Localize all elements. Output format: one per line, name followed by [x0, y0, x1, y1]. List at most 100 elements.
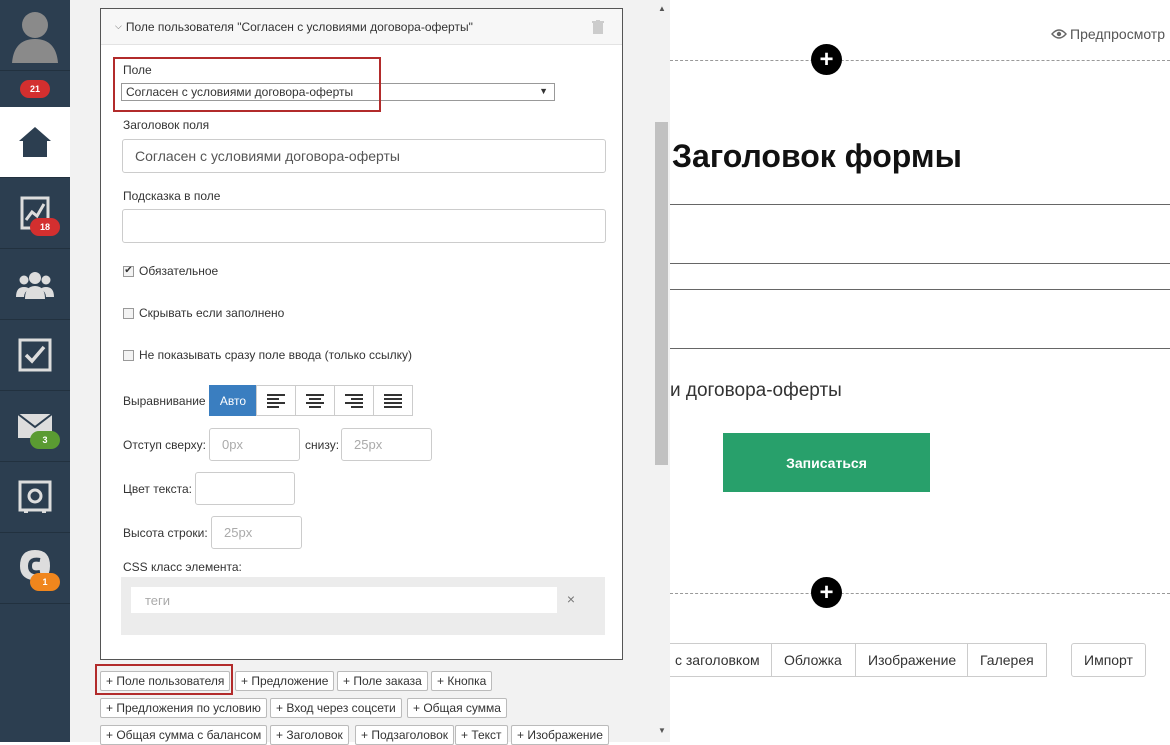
users-nav[interactable]	[0, 249, 70, 320]
line-height-input[interactable]: 25px	[211, 516, 302, 549]
align-justify-icon	[384, 393, 402, 408]
padding-bottom-placeholder: 25px	[354, 437, 383, 452]
add-total-with-balance-button[interactable]: + Общая сумма с балансом	[100, 725, 268, 745]
block-gallery-button[interactable]: Галерея	[967, 643, 1047, 677]
import-button[interactable]: Импорт	[1071, 643, 1146, 677]
scrollbar-thumb[interactable]	[655, 122, 668, 465]
align-auto-button[interactable]: Авто	[209, 385, 257, 416]
text-color-label: Цвет текста:	[123, 482, 193, 496]
add-social-login-button[interactable]: + Вход через соцсети	[270, 698, 402, 718]
panel-title: Поле пользователя "Согласен с условиями …	[125, 19, 473, 34]
no-input-checkbox[interactable]	[123, 349, 134, 361]
add-block-top-icon[interactable]: +	[811, 44, 842, 75]
align-left-icon	[267, 393, 285, 408]
padding-bottom-input[interactable]: 25px	[341, 428, 432, 461]
css-class-label: CSS класс элемента:	[123, 560, 242, 574]
add-order-field-button[interactable]: + Поле заказа	[337, 671, 428, 691]
users-group-icon	[16, 272, 54, 299]
title-field-input[interactable]: Согласен с условиями договора-оферты	[122, 139, 606, 173]
editor-panel-wrapper: ⌵ Поле пользователя "Согласен с условиям…	[92, 0, 670, 745]
padding-top-placeholder: 0px	[222, 437, 243, 452]
line-height-placeholder: 25px	[224, 525, 253, 540]
add-offer-button[interactable]: + Предложение	[235, 671, 335, 691]
padding-top-input[interactable]: 0px	[209, 428, 300, 461]
hint-field-input[interactable]	[122, 209, 606, 243]
hide-filled-checkbox-row[interactable]: Скрывать если заполнено	[123, 306, 284, 320]
dashed-divider-top	[670, 60, 1170, 61]
preview-link[interactable]: Предпросмотр	[1051, 26, 1165, 42]
align-button-group: Авто	[209, 385, 413, 416]
chevron-down-icon[interactable]: ⌵	[115, 21, 122, 32]
profile-badge: 21	[20, 80, 50, 98]
preview-link-label: Предпросмотр	[1070, 26, 1165, 42]
eye-icon	[1051, 29, 1067, 39]
trash-icon[interactable]	[592, 20, 604, 34]
field-line-4	[670, 348, 1170, 349]
hint-field-label: Подсказка в поле	[123, 189, 221, 203]
safe-nav[interactable]	[0, 462, 70, 533]
user-avatar-icon	[12, 12, 58, 63]
consent-text[interactable]: и договора-оферты	[670, 380, 842, 402]
align-left-button[interactable]	[256, 385, 296, 416]
highlight-frame-add	[95, 664, 233, 695]
align-right-icon	[345, 393, 363, 408]
text-color-input[interactable]	[195, 472, 295, 505]
tasks-nav[interactable]	[0, 320, 70, 391]
stats-nav[interactable]	[0, 178, 70, 249]
no-input-checkbox-row[interactable]: Не показывать сразу поле ввода (только с…	[123, 348, 412, 362]
stats-badge: 18	[30, 218, 60, 236]
support-badge: 1	[30, 573, 60, 591]
form-preview: Предпросмотр + Заголовок формы и договор…	[670, 0, 1170, 742]
home-nav[interactable]	[0, 107, 70, 178]
padding-top-label: Отступ сверху:	[123, 438, 206, 452]
checkbox-icon	[18, 338, 52, 372]
align-justify-button[interactable]	[373, 385, 413, 416]
panel-header[interactable]: ⌵ Поле пользователя "Согласен с условиям…	[101, 9, 622, 45]
profile-avatar[interactable]	[0, 0, 70, 71]
required-label: Обязательное	[139, 264, 219, 278]
tags-input[interactable]: теги	[131, 587, 557, 613]
add-subheading-button[interactable]: + Подзаголовок	[355, 725, 455, 745]
home-icon	[19, 127, 51, 157]
title-field-label: Заголовок поля	[123, 118, 210, 132]
add-block-bottom-icon[interactable]: +	[811, 577, 842, 608]
mail-badge: 3	[30, 431, 60, 449]
add-total-sum-button[interactable]: + Общая сумма	[407, 698, 507, 718]
block-image-button[interactable]: Изображение	[855, 643, 968, 677]
css-tags-area: теги ×	[121, 577, 605, 635]
support-nav[interactable]	[0, 533, 70, 604]
form-title: Заголовок формы	[672, 138, 962, 174]
clear-tags-icon[interactable]: ×	[567, 591, 575, 607]
hide-filled-checkbox[interactable]	[123, 307, 134, 319]
add-text-button[interactable]: + Текст	[455, 725, 508, 745]
field-line-3	[670, 289, 1170, 290]
left-sidebar: 21 18 3 1	[0, 0, 70, 742]
required-checkbox[interactable]: ✔	[123, 265, 134, 277]
no-input-label: Не показывать сразу поле ввода (только с…	[139, 348, 413, 362]
scroll-up-icon[interactable]: ▲	[658, 4, 666, 13]
sidebar-gutter	[70, 0, 92, 742]
align-center-icon	[306, 393, 324, 408]
required-checkbox-row[interactable]: ✔ Обязательное	[123, 264, 218, 278]
dropdown-arrow-icon: ▼	[539, 86, 548, 96]
mail-nav[interactable]	[0, 391, 70, 462]
align-label: Выравнивание	[123, 394, 206, 408]
padding-bottom-label: снизу:	[305, 438, 340, 452]
scroll-down-icon[interactable]: ▼	[658, 726, 666, 735]
line-height-label: Высота строки:	[123, 526, 208, 540]
hide-filled-label: Скрывать если заполнено	[139, 306, 285, 320]
add-image-button[interactable]: + Изображение	[511, 725, 609, 745]
submit-button[interactable]: Записаться	[723, 433, 930, 492]
safe-icon	[18, 480, 52, 513]
add-button-button[interactable]: + Кнопка	[431, 671, 493, 691]
field-settings-panel: ⌵ Поле пользователя "Согласен с условиям…	[100, 8, 623, 660]
align-right-button[interactable]	[334, 385, 374, 416]
block-cover-button[interactable]: Обложка	[771, 643, 856, 677]
block-with-heading-button[interactable]: с заголовком	[670, 643, 772, 677]
title-field-value: Согласен с условиями договора-оферты	[135, 148, 400, 164]
field-line-1	[670, 204, 1170, 205]
field-line-2	[670, 263, 1170, 264]
add-heading-button[interactable]: + Заголовок	[270, 725, 349, 745]
align-center-button[interactable]	[295, 385, 335, 416]
add-conditional-offers-button[interactable]: + Предложения по условию	[100, 698, 267, 718]
